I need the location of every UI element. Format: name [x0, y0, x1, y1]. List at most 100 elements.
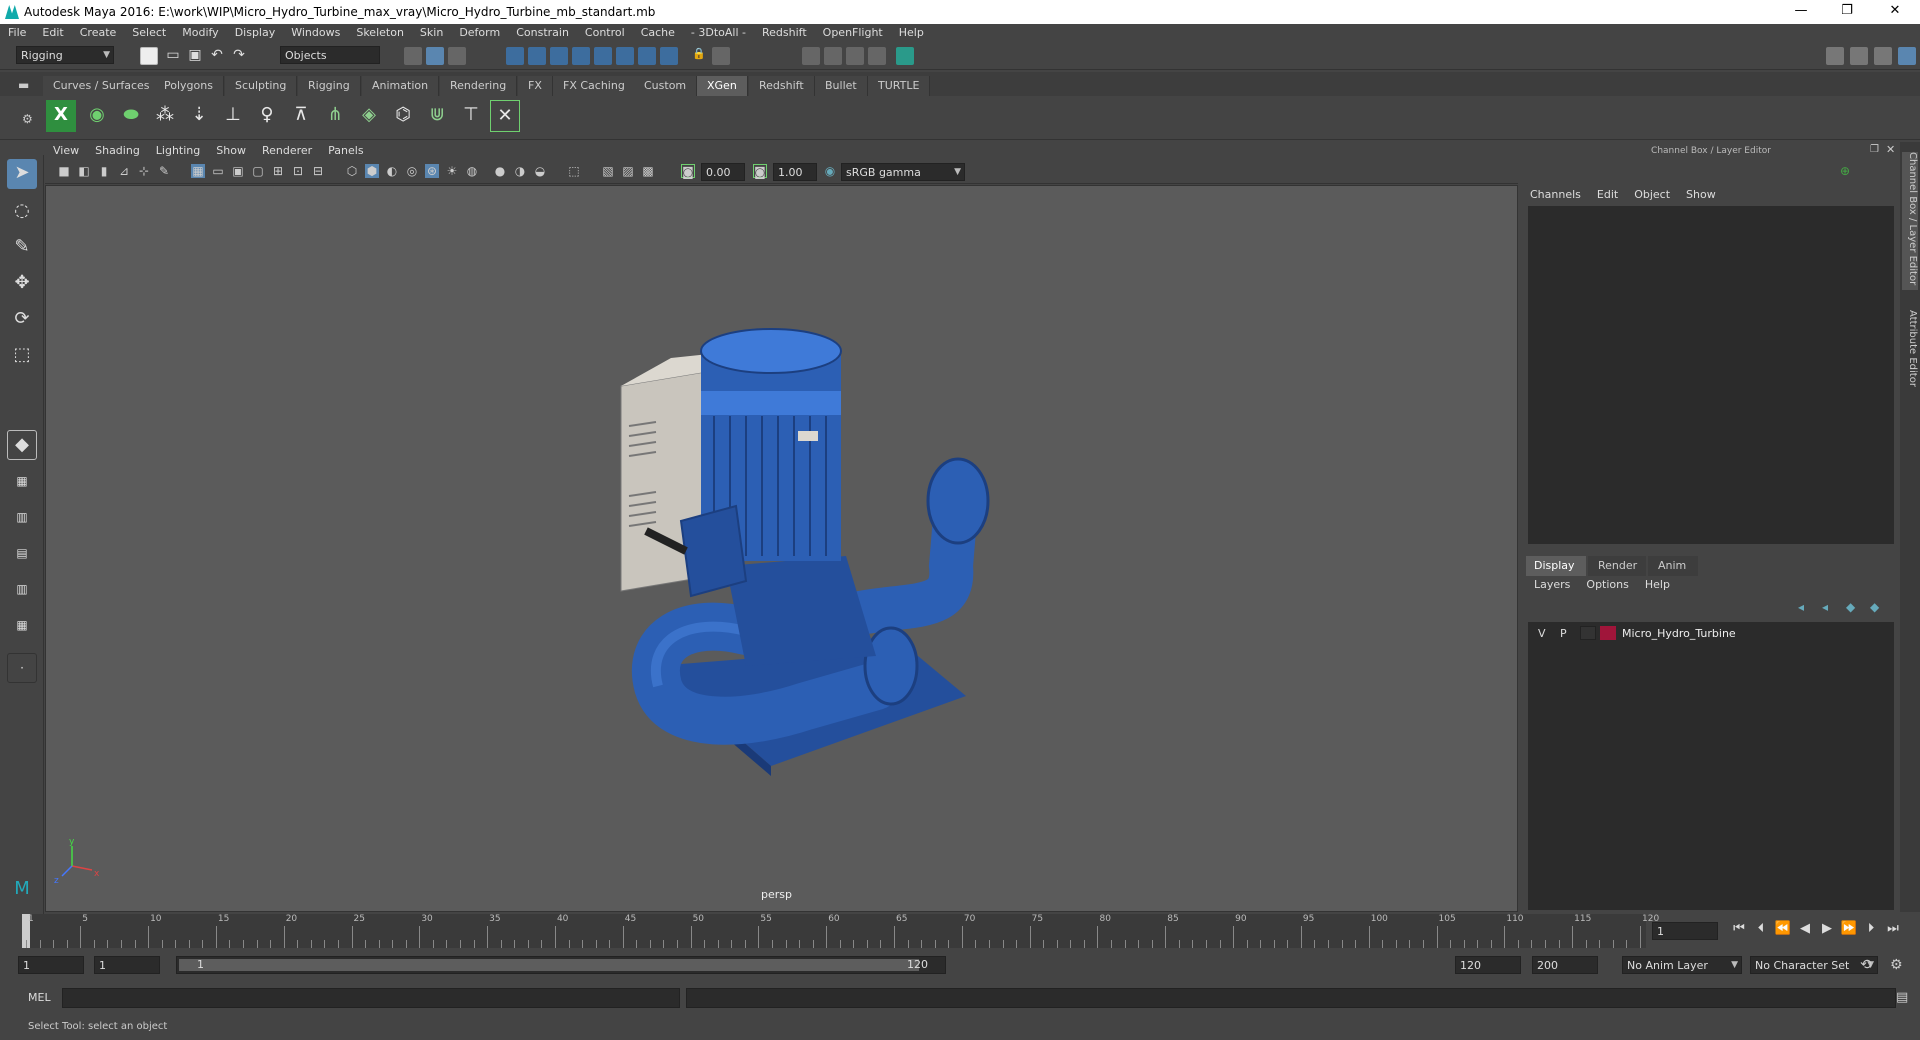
exposure-icon[interactable]: ◙ — [681, 164, 695, 179]
paint-select-tool-icon[interactable]: ✎ — [7, 233, 37, 263]
isolate-select-icon[interactable]: ⬚ — [567, 164, 581, 178]
layer-tab-anim[interactable]: Anim — [1648, 556, 1698, 576]
xray-icon[interactable]: ▧ — [601, 164, 615, 178]
shelf-tab-curves[interactable]: Curves / Surfaces — [43, 76, 161, 96]
cv-guide-icon[interactable]: ⊥ — [218, 100, 248, 132]
layer-visibility-toggle[interactable]: V — [1538, 627, 1546, 640]
render-frame-icon[interactable] — [824, 47, 842, 65]
sculpt-guide-icon[interactable]: ♀ — [252, 100, 282, 132]
color-space-dropdown[interactable]: sRGB gamma ▼ — [841, 163, 965, 181]
snap-live-icon[interactable] — [616, 47, 634, 65]
menu-cache[interactable]: Cache — [633, 24, 683, 42]
menu-help[interactable]: Help — [891, 24, 932, 42]
xgen-eye-icon[interactable]: ◉ — [82, 100, 112, 132]
hypershade-layout-icon[interactable]: ▦ — [7, 611, 37, 641]
depth-of-field-icon[interactable]: ◒ — [533, 164, 547, 178]
shadows-icon[interactable]: ☀ — [445, 164, 459, 178]
xgen-leaf-icon[interactable]: ⬬ — [116, 100, 146, 132]
options-menu[interactable]: Options — [1578, 576, 1636, 594]
move-layer-down-icon[interactable]: ◂ — [1822, 600, 1828, 614]
bookmark-icon[interactable]: ▮ — [97, 164, 111, 178]
shelf-tab-redshift[interactable]: Redshift — [749, 76, 815, 96]
menu-select[interactable]: Select — [124, 24, 174, 42]
anti-aliasing-icon[interactable]: ◑ — [513, 164, 527, 178]
shelf-tab-fx[interactable]: FX — [518, 76, 553, 96]
move-layer-up-icon[interactable]: ◂ — [1798, 600, 1804, 614]
layer-color-swatch[interactable] — [1600, 626, 1616, 640]
gate-mask-icon[interactable]: ▢ — [251, 164, 265, 178]
step-forward-key-icon[interactable]: ⏩ — [1840, 920, 1858, 938]
selection-mode-dropdown[interactable]: Objects — [280, 46, 380, 64]
edit-menu[interactable]: Edit — [1589, 186, 1626, 204]
grid-icon[interactable]: ◈ — [354, 100, 384, 132]
move-guide-icon[interactable]: ⇣ — [184, 100, 214, 132]
menu-set-dropdown[interactable]: Rigging ▼ — [16, 46, 114, 64]
panel-menu-panels[interactable]: Panels — [320, 142, 371, 160]
add-guide-icon[interactable]: ⁂ — [150, 100, 180, 132]
new-layer-selected-icon[interactable]: ◆ — [1870, 600, 1879, 614]
hair-icon[interactable]: ⋓ — [422, 100, 452, 132]
side-tab-attribute-editor[interactable]: Attribute Editor — [1902, 310, 1918, 410]
exposure-field[interactable]: 0.00 — [701, 163, 745, 181]
more-layouts-icon[interactable]: · — [7, 653, 37, 683]
move-tool-icon[interactable]: ✥ — [7, 269, 37, 299]
safe-title-icon[interactable]: ⊟ — [311, 164, 325, 178]
panel-menu-shading[interactable]: Shading — [87, 142, 148, 160]
render-settings-icon[interactable] — [868, 47, 886, 65]
shelf-options-icon[interactable]: ⚙ — [22, 112, 33, 126]
menu-3dtoall[interactable]: - 3DtoAll - — [683, 24, 754, 42]
render-view-icon[interactable] — [802, 47, 820, 65]
xgen-select-icon[interactable]: ✕ — [490, 100, 520, 132]
auto-key-icon[interactable]: ⟲ — [1860, 957, 1872, 973]
anim-layer-dropdown[interactable]: No Anim Layer ▼ — [1622, 956, 1742, 974]
xray-joints-icon[interactable]: ▨ — [621, 164, 635, 178]
field-chart-icon[interactable]: ⊞ — [271, 164, 285, 178]
minimize-button[interactable]: — — [1778, 0, 1824, 24]
animation-preferences-icon[interactable]: ⚙ — [1890, 957, 1903, 973]
redo-icon[interactable]: ↷ — [230, 47, 248, 65]
time-slider-track[interactable]: 1 5 10 15 20 25 30 35 40 45 50 55 60 65 70 75 80 85 90 95 10… — [22, 914, 1659, 948]
menu-deform[interactable]: Deform — [451, 24, 508, 42]
go-to-end-icon[interactable]: ⏭ — [1884, 920, 1902, 938]
close-panel-icon[interactable]: ✕ — [1886, 143, 1895, 156]
current-frame-field[interactable]: 1 — [1652, 922, 1718, 940]
help-query-icon[interactable] — [660, 47, 678, 65]
grease-pencil-icon[interactable]: ✎ — [157, 164, 171, 178]
gamma-icon[interactable]: ◙ — [753, 164, 767, 179]
image-plane-icon[interactable]: ⊿ — [117, 164, 131, 178]
close-button[interactable]: ✕ — [1872, 0, 1918, 24]
step-back-frame-icon[interactable]: ⏴ — [1752, 920, 1770, 938]
object-menu[interactable]: Object — [1626, 186, 1678, 204]
panel-menu-view[interactable]: View — [45, 142, 87, 160]
playback-end-field[interactable]: 120 — [1455, 956, 1521, 974]
shelf-tab-xgen[interactable]: XGen — [697, 76, 748, 96]
grass-icon[interactable]: ⋔ — [320, 100, 350, 132]
step-back-key-icon[interactable]: ⏪ — [1774, 920, 1792, 938]
camera-select-icon[interactable]: ■ — [57, 164, 71, 178]
shelf-tab-rendering[interactable]: Rendering — [440, 76, 518, 96]
menu-create[interactable]: Create — [72, 24, 125, 42]
show-menu[interactable]: Show — [1678, 186, 1724, 204]
layer-name[interactable]: Micro_Hydro_Turbine — [1622, 627, 1736, 640]
select-object-icon[interactable] — [426, 47, 444, 65]
lock-guide-icon[interactable]: ⊼ — [286, 100, 316, 132]
lasso-tool-icon[interactable]: ◌ — [7, 197, 37, 227]
scale-tool-icon[interactable]: ⬚ — [7, 341, 37, 371]
panel-menu-show[interactable]: Show — [208, 142, 254, 160]
script-language-label[interactable]: MEL — [28, 991, 51, 1004]
grid-toggle-icon[interactable]: ▦ — [191, 164, 205, 178]
smooth-shade-icon[interactable]: ⬢ — [365, 164, 379, 178]
four-view-layout-icon[interactable]: ▦ — [7, 467, 37, 497]
menu-display[interactable]: Display — [227, 24, 284, 42]
play-forwards-icon[interactable]: ▶ — [1818, 920, 1836, 938]
character-set-dropdown[interactable]: No Character Set ▼ — [1750, 956, 1878, 974]
select-hierarchy-icon[interactable] — [404, 47, 422, 65]
menu-control[interactable]: Control — [577, 24, 633, 42]
menu-skeleton[interactable]: Skeleton — [348, 24, 412, 42]
ipr-render-icon[interactable] — [846, 47, 864, 65]
menu-windows[interactable]: Windows — [283, 24, 348, 42]
single-view-layout-icon[interactable]: ◆ — [7, 430, 37, 460]
playback-start-field[interactable]: 1 — [94, 956, 160, 974]
channel-box-area[interactable] — [1528, 206, 1894, 544]
snap-surface-icon[interactable] — [594, 47, 612, 65]
